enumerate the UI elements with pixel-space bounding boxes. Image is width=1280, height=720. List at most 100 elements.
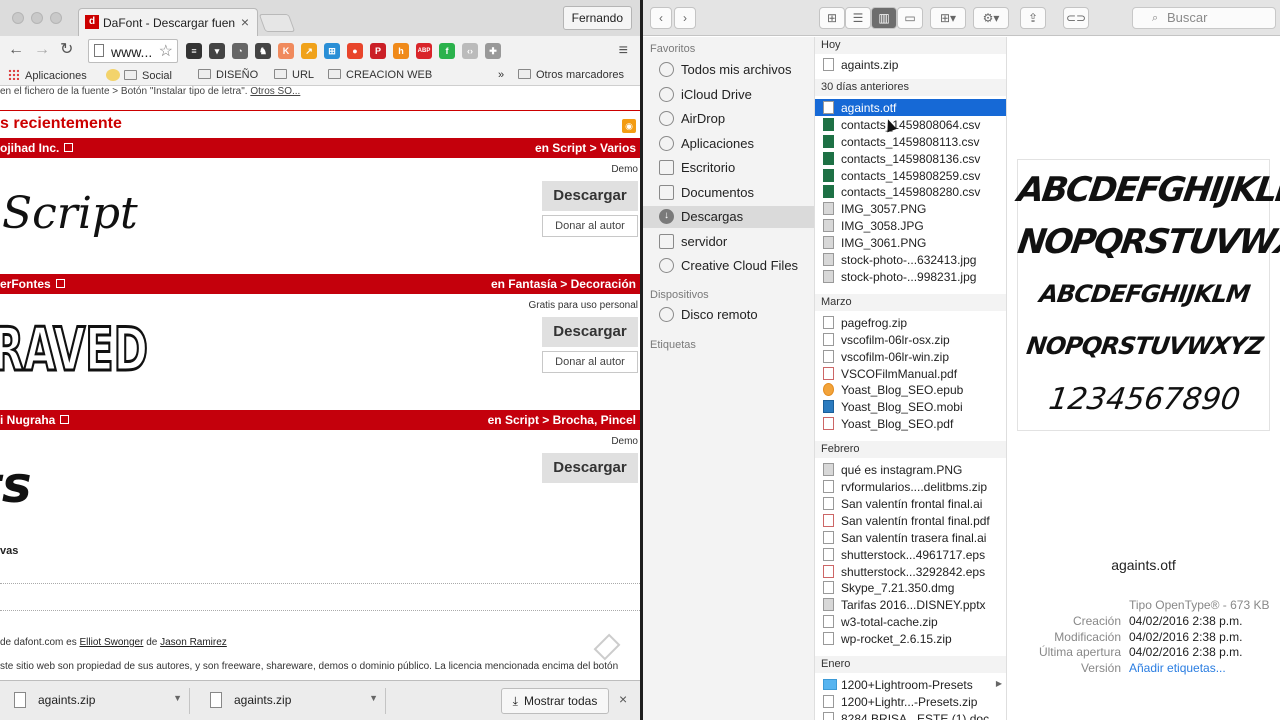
icon-view-button[interactable]: ⊞ <box>819 7 845 29</box>
author-link[interactable]: Jason Ramirez <box>160 637 227 648</box>
bookmarks-overflow-button[interactable]: » <box>498 69 504 81</box>
address-bar[interactable]: www... ☆ <box>88 39 178 63</box>
sidebar-item-todos-mis-archivos[interactable]: Todos mis archivos <box>643 59 814 81</box>
file-row[interactable]: vscofilm-06lr-win.zip <box>815 348 1006 365</box>
download-button[interactable]: Descargar <box>542 181 638 211</box>
file-row[interactable]: stock-photo-...632413.jpg <box>815 251 1006 268</box>
back-arrow-icon[interactable]: ← <box>8 40 24 60</box>
dropdown-arrow-icon[interactable]: ▼ <box>369 693 378 703</box>
font-preview-thumbnail[interactable]: ABCDEFGHIJKLM NOPQRSTUVWXYZ ABCDEFGHIJKL… <box>1015 159 1280 431</box>
sidebar-item-servidor[interactable]: servidor <box>643 231 814 253</box>
file-row[interactable]: contacts_1459808136.csv <box>815 150 1006 167</box>
action-gear-icon[interactable]: ⚙▾ <box>973 7 1009 29</box>
reload-icon[interactable]: ↻ <box>60 40 73 60</box>
list-view-button[interactable]: ☰ <box>845 7 871 29</box>
file-row[interactable]: rvformularios....delitbms.zip <box>815 478 1006 495</box>
search-field[interactable]: ⌕ Buscar <box>1132 7 1276 29</box>
code-icon[interactable]: ‹› <box>462 43 478 59</box>
file-row[interactable]: wp-rocket_2.6.15.zip <box>815 630 1006 647</box>
forward-arrow-icon[interactable]: → <box>34 40 50 60</box>
download-button[interactable]: Descargar <box>542 317 638 347</box>
file-row[interactable]: IMG_3057.PNG <box>815 200 1006 217</box>
buffer-icon[interactable]: ≡ <box>186 43 202 59</box>
coverflow-view-button[interactable]: ▭ <box>897 7 923 29</box>
file-row[interactable]: contacts_1459808113.csv <box>815 133 1006 150</box>
owl-icon[interactable]: ♞ <box>255 43 271 59</box>
donate-button[interactable]: Donar al autor <box>542 351 638 373</box>
bookmark-otros[interactable]: Otros marcadores <box>518 69 624 81</box>
file-row[interactable]: vscofilm-06lr-osx.zip <box>815 331 1006 348</box>
other-os-link[interactable]: Otros SO... <box>250 86 300 97</box>
minimize-window-button[interactable] <box>31 12 43 24</box>
font-category-link[interactable]: en Script > Varios <box>535 141 636 155</box>
file-row[interactable]: qué es instagram.PNG <box>815 461 1006 478</box>
close-window-button[interactable] <box>12 12 24 24</box>
bookmark-social[interactable]: Social <box>106 69 172 82</box>
sidebar-item-creative-cloud-files[interactable]: Creative Cloud Files <box>643 255 814 277</box>
share-icon[interactable]: ⇪ <box>1020 7 1046 29</box>
zoom-window-button[interactable] <box>50 12 62 24</box>
bookmark-creacion-web[interactable]: CREACION WEB <box>328 69 432 81</box>
bookmark-apps[interactable]: Aplicaciones <box>8 69 87 82</box>
download-item[interactable]: againts.zip ▼ <box>4 688 190 714</box>
font-category-link[interactable]: en Script > Brocha, Pincel <box>488 413 636 427</box>
file-row[interactable]: VSCOFilmManual.pdf <box>815 365 1006 382</box>
font-preview-image[interactable]: ts <box>0 448 60 518</box>
puzzle-icon[interactable]: ✚ <box>485 43 501 59</box>
file-row[interactable]: stock-photo-...998231.jpg <box>815 268 1006 285</box>
bookmark-diseno[interactable]: DISEÑO <box>198 69 258 81</box>
sidebar-item-documentos[interactable]: Documentos <box>643 182 814 204</box>
sidebar-item-disco-remoto[interactable]: Disco remoto <box>643 304 814 326</box>
sidebar-item-airdrop[interactable]: AirDrop <box>643 108 814 130</box>
file-row[interactable]: San valentín frontal final.pdf <box>815 512 1006 529</box>
new-tab-button[interactable] <box>258 14 296 32</box>
file-row[interactable]: Tarifas 2016...DISNEY.pptx <box>815 596 1006 613</box>
bookmark-star-icon[interactable]: ☆ <box>159 41 173 61</box>
file-row[interactable]: 1200+Lightr...-Presets.zip <box>815 693 1006 710</box>
sidebar-item-escritorio[interactable]: Escritorio <box>643 157 814 179</box>
file-row[interactable]: Yoast_Blog_SEO.pdf <box>815 415 1006 432</box>
file-row[interactable]: shutterstock...4961717.eps <box>815 546 1006 563</box>
file-row[interactable]: w3-total-cache.zip <box>815 613 1006 630</box>
file-row[interactable]: San valentín trasera final.ai <box>815 529 1006 546</box>
chart-icon[interactable]: ↗ <box>301 43 317 59</box>
file-row[interactable]: IMG_3061.PNG <box>815 234 1006 251</box>
pocket-icon[interactable]: ▾ <box>209 43 225 59</box>
file-row[interactable]: San valentín frontal final.ai <box>815 495 1006 512</box>
hootsuite-icon[interactable]: h <box>393 43 409 59</box>
file-row[interactable]: contacts_1459808064.csv <box>815 116 1006 133</box>
sidebar-item-icloud-drive[interactable]: iCloud Drive <box>643 84 814 106</box>
tab-dafont[interactable]: d DaFont - Descargar fuentes × <box>78 8 258 36</box>
tab-icon[interactable]: ⊞ <box>324 43 340 59</box>
file-row[interactable]: contacts_1459808280.csv <box>815 183 1006 200</box>
show-all-downloads-button[interactable]: ⤓ Mostrar todas <box>501 688 609 714</box>
kred-icon[interactable]: K <box>278 43 294 59</box>
feedly-icon[interactable]: f <box>439 43 455 59</box>
column-view-button[interactable]: ▥ <box>871 7 897 29</box>
clock-icon[interactable]: ◔ <box>232 43 248 59</box>
rss-icon[interactable]: ◉ <box>622 119 636 133</box>
download-button[interactable]: Descargar <box>542 453 638 483</box>
tag-icon[interactable]: ⊂⊃ <box>1063 7 1089 29</box>
font-category-link[interactable]: en Fantasía > Decoración <box>491 277 636 291</box>
file-row[interactable]: IMG_3058.JPG <box>815 217 1006 234</box>
file-row[interactable]: againts.otf <box>815 98 1006 116</box>
dropdown-arrow-icon[interactable]: ▼ <box>173 693 182 703</box>
file-row[interactable]: shutterstock...3292842.eps <box>815 563 1006 580</box>
chrome-menu-icon[interactable]: ≡ <box>619 42 628 60</box>
file-row[interactable]: contacts_1459808259.csv <box>815 167 1006 184</box>
profile-button[interactable]: Fernando <box>562 6 632 30</box>
font-author-link[interactable]: ojihad Inc. <box>0 141 74 155</box>
disclosure-arrow-icon[interactable]: ▶ <box>996 679 1002 688</box>
download-item[interactable]: againts.zip ▼ <box>200 688 386 714</box>
pinterest-icon[interactable]: P <box>370 43 386 59</box>
close-downloads-icon[interactable]: × <box>619 691 627 707</box>
close-tab-icon[interactable]: × <box>241 14 249 30</box>
bookmark-url[interactable]: URL <box>274 69 314 81</box>
file-row[interactable]: 1200+Lightroom-Presets ▶ <box>815 676 1006 693</box>
file-row[interactable]: againts.zip <box>815 56 1006 73</box>
font-preview-image[interactable]: RAVED <box>0 308 160 388</box>
adblock-icon[interactable]: ABP <box>416 43 432 59</box>
file-row[interactable]: Yoast_Blog_SEO.epub <box>815 381 1006 398</box>
add-tags-link[interactable]: Añadir etiquetas... <box>1129 661 1226 675</box>
